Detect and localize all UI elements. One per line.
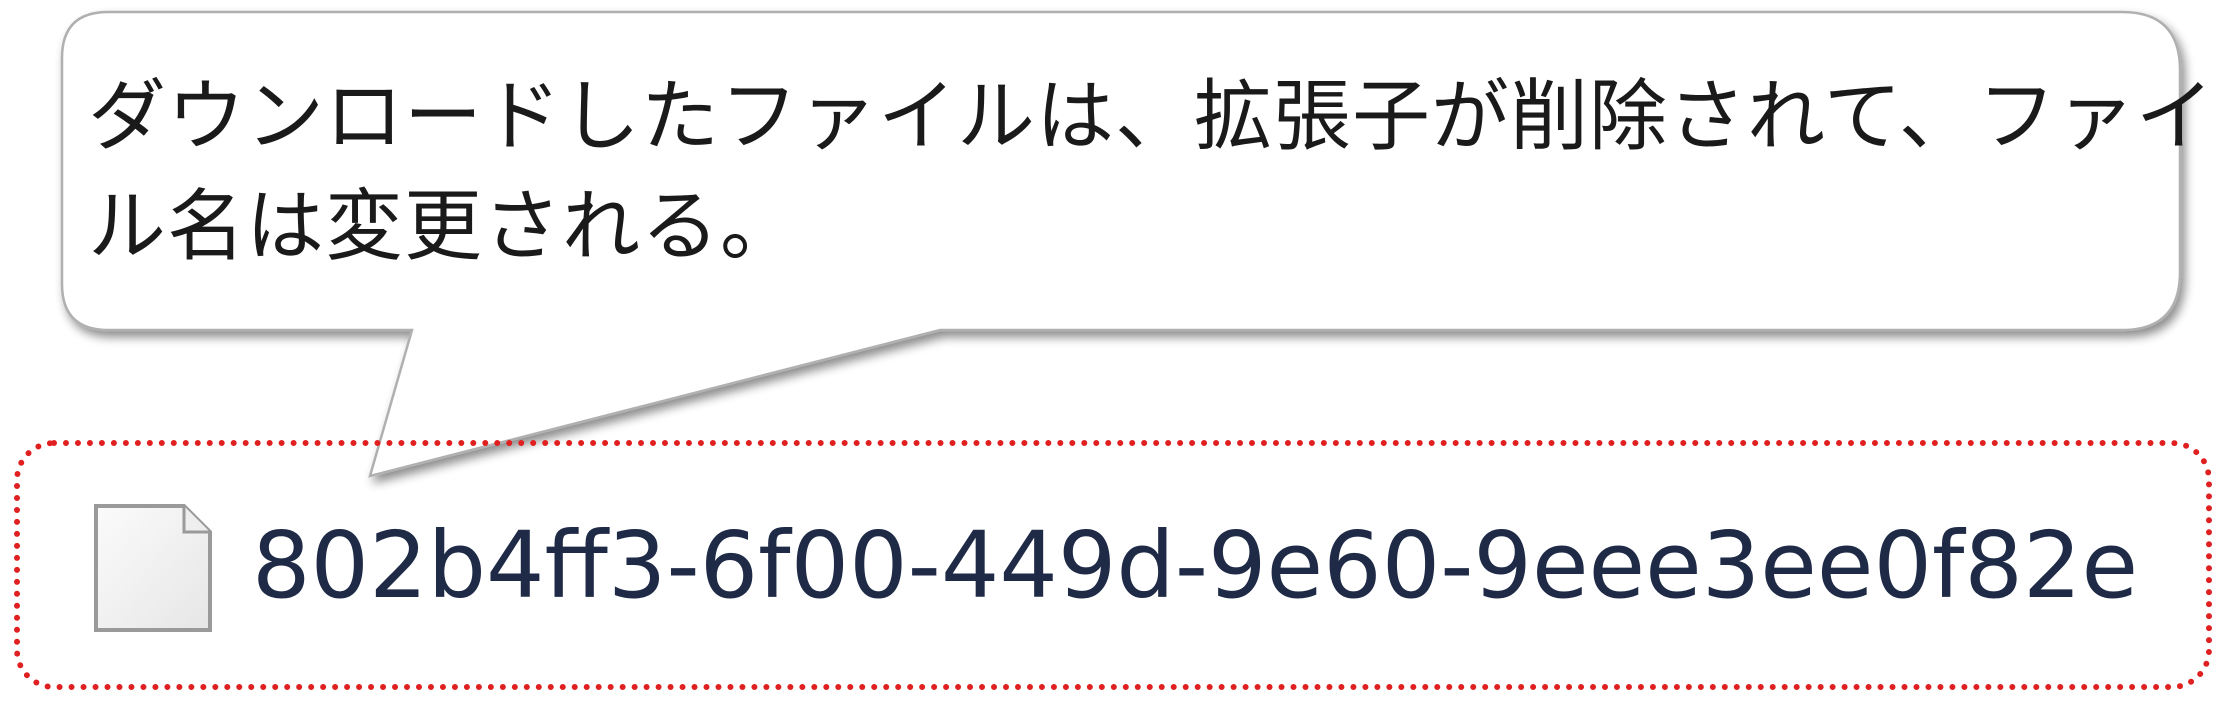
blank-file-icon [94,504,212,632]
callout-line-2: ル名は変更される。 [88,182,800,272]
file-list-item[interactable]: 802b4ff3-6f00-449d-9e60-9eee3ee0f82e [20,446,2206,684]
callout-message: ダウンロードしたファイルは、拡張子が削除されて、ファイ ル名は変更される。 [88,62,2215,282]
file-highlight-box: 802b4ff3-6f00-449d-9e60-9eee3ee0f82e [14,440,2212,690]
callout-line-1: ダウンロードしたファイルは、拡張子が削除されて、ファイ [88,72,2215,162]
file-name-label[interactable]: 802b4ff3-6f00-449d-9e60-9eee3ee0f82e [252,506,2138,626]
